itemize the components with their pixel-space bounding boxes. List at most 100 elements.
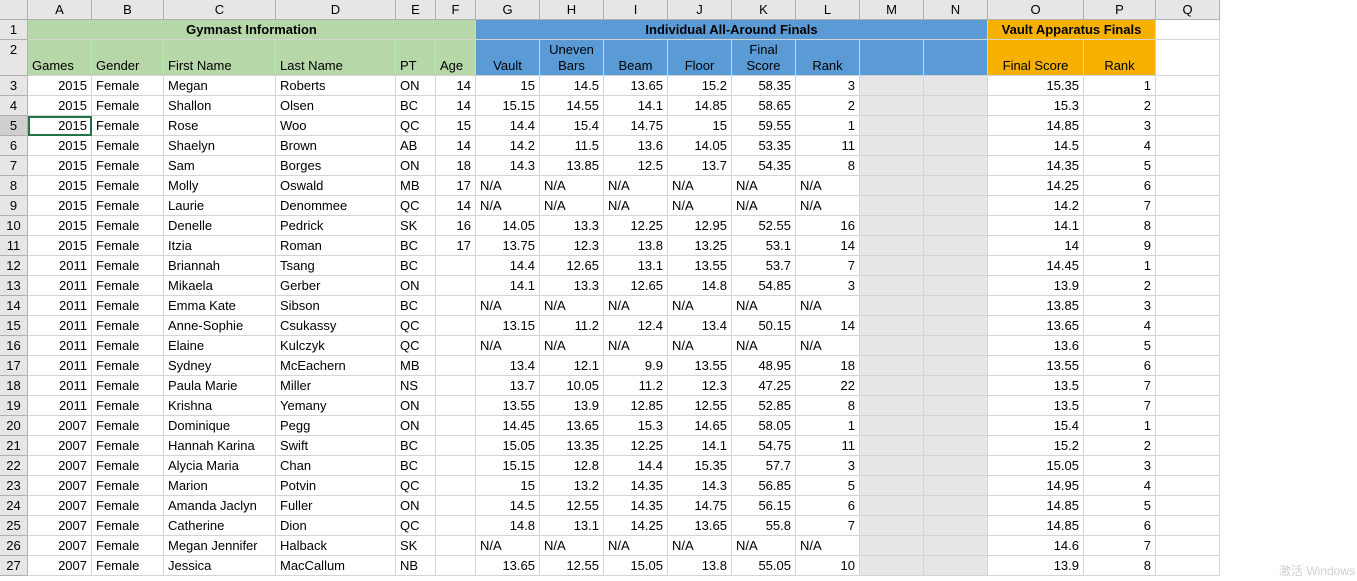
field-header[interactable]: First Name xyxy=(164,40,276,76)
cell-score[interactable]: 11.2 xyxy=(540,316,604,336)
cell-first-name[interactable]: Jessica xyxy=(164,556,276,576)
cell-score[interactable]: 11.5 xyxy=(540,136,604,156)
field-header-empty[interactable] xyxy=(860,40,924,76)
cell-last-name[interactable]: Sibson xyxy=(276,296,396,316)
cell-score[interactable]: N/A xyxy=(732,176,796,196)
cell-gender[interactable]: Female xyxy=(92,116,164,136)
cell-score[interactable]: 15.15 xyxy=(476,96,540,116)
cell-score[interactable]: 47.25 xyxy=(732,376,796,396)
cell-score[interactable]: 6 xyxy=(796,496,860,516)
cell-empty[interactable] xyxy=(924,216,988,236)
cell-vault-score[interactable]: 14.6 xyxy=(988,536,1084,556)
column-header[interactable]: L xyxy=(796,0,860,20)
cell-first-name[interactable]: Catherine xyxy=(164,516,276,536)
cell-score[interactable]: 53.35 xyxy=(732,136,796,156)
row-header[interactable]: 27 xyxy=(0,556,28,576)
cell-score[interactable]: 15 xyxy=(476,476,540,496)
cell-pt[interactable]: SK xyxy=(396,536,436,556)
cell-games[interactable]: 2011 xyxy=(28,336,92,356)
cell-score[interactable]: 14.45 xyxy=(476,416,540,436)
row-header[interactable]: 15 xyxy=(0,316,28,336)
cell-score[interactable]: 13.8 xyxy=(668,556,732,576)
row-header[interactable]: 20 xyxy=(0,416,28,436)
cell-games[interactable]: 2007 xyxy=(28,456,92,476)
cell-score[interactable]: 15.35 xyxy=(668,456,732,476)
cell-score[interactable]: 13.65 xyxy=(604,76,668,96)
cell-pt[interactable]: BC xyxy=(396,236,436,256)
cell-score[interactable]: 13.1 xyxy=(604,256,668,276)
cell-pt[interactable]: QC xyxy=(396,316,436,336)
cell-pt[interactable]: ON xyxy=(396,276,436,296)
cell-score[interactable]: 13.9 xyxy=(540,396,604,416)
cell-score[interactable]: N/A xyxy=(668,176,732,196)
cell-pt[interactable]: SK xyxy=(396,216,436,236)
cell-gender[interactable]: Female xyxy=(92,96,164,116)
cell-empty[interactable] xyxy=(924,176,988,196)
cell-score[interactable]: N/A xyxy=(604,296,668,316)
cell-empty[interactable] xyxy=(1156,256,1220,276)
cell-score[interactable]: 13.7 xyxy=(476,376,540,396)
cell-last-name[interactable]: Csukassy xyxy=(276,316,396,336)
cell-first-name[interactable]: Briannah xyxy=(164,256,276,276)
cell-vault-score[interactable]: 15.3 xyxy=(988,96,1084,116)
cell-pt[interactable]: BC xyxy=(396,256,436,276)
row-header[interactable]: 12 xyxy=(0,256,28,276)
cell-games[interactable]: 2015 xyxy=(28,96,92,116)
cell-score[interactable]: 48.95 xyxy=(732,356,796,376)
cell-last-name[interactable]: Potvin xyxy=(276,476,396,496)
cell-score[interactable]: 9.9 xyxy=(604,356,668,376)
cell-empty[interactable] xyxy=(924,356,988,376)
column-header[interactable]: J xyxy=(668,0,732,20)
cell-score[interactable]: 13.3 xyxy=(540,216,604,236)
cell-score[interactable]: 14.8 xyxy=(476,516,540,536)
cell-empty[interactable] xyxy=(1156,376,1220,396)
column-header[interactable]: B xyxy=(92,0,164,20)
cell-vault-rank[interactable]: 1 xyxy=(1084,256,1156,276)
cell-gender[interactable]: Female xyxy=(92,496,164,516)
cell-games[interactable]: 2011 xyxy=(28,276,92,296)
row-header[interactable]: 13 xyxy=(0,276,28,296)
cell-empty[interactable] xyxy=(1156,436,1220,456)
cell-vault-rank[interactable]: 5 xyxy=(1084,336,1156,356)
cell-empty[interactable] xyxy=(924,536,988,556)
cell-last-name[interactable]: Chan xyxy=(276,456,396,476)
cell-score[interactable]: 13.1 xyxy=(540,516,604,536)
cell-first-name[interactable]: Amanda Jaclyn xyxy=(164,496,276,516)
cell-pt[interactable]: MB xyxy=(396,356,436,376)
cell-last-name[interactable]: Gerber xyxy=(276,276,396,296)
cell-empty[interactable] xyxy=(1156,96,1220,116)
cell-age[interactable] xyxy=(436,416,476,436)
row-header[interactable]: 19 xyxy=(0,396,28,416)
cell-gender[interactable]: Female xyxy=(92,256,164,276)
cell-score[interactable]: 13.65 xyxy=(540,416,604,436)
column-header[interactable]: C xyxy=(164,0,276,20)
cell-score[interactable]: 1 xyxy=(796,116,860,136)
field-header[interactable]: UnevenBars xyxy=(540,40,604,76)
cell-games[interactable]: 2011 xyxy=(28,376,92,396)
cell-empty[interactable] xyxy=(1156,496,1220,516)
cell-empty[interactable] xyxy=(1156,276,1220,296)
cell-gender[interactable]: Female xyxy=(92,316,164,336)
cell-age[interactable]: 18 xyxy=(436,156,476,176)
cell-empty[interactable] xyxy=(860,176,924,196)
field-header-empty[interactable] xyxy=(924,40,988,76)
cell-empty[interactable] xyxy=(1156,536,1220,556)
cell-empty[interactable] xyxy=(924,116,988,136)
cell-score[interactable]: 14.1 xyxy=(604,96,668,116)
cell-score[interactable]: 15 xyxy=(668,116,732,136)
cell-empty[interactable] xyxy=(1156,356,1220,376)
cell-score[interactable]: 14.3 xyxy=(476,156,540,176)
cell-score[interactable]: N/A xyxy=(668,336,732,356)
cell-vault-score[interactable]: 14 xyxy=(988,236,1084,256)
cell-score[interactable]: N/A xyxy=(732,536,796,556)
cell-score[interactable]: 59.55 xyxy=(732,116,796,136)
cell-first-name[interactable]: Shallon xyxy=(164,96,276,116)
cell-vault-rank[interactable]: 5 xyxy=(1084,496,1156,516)
cell-score[interactable]: 14.35 xyxy=(604,496,668,516)
cell-score[interactable]: 13.65 xyxy=(668,516,732,536)
cell-pt[interactable]: ON xyxy=(396,396,436,416)
cell-first-name[interactable]: Krishna xyxy=(164,396,276,416)
cell-empty[interactable] xyxy=(924,196,988,216)
cell-gender[interactable]: Female xyxy=(92,376,164,396)
cell-last-name[interactable]: MacCallum xyxy=(276,556,396,576)
